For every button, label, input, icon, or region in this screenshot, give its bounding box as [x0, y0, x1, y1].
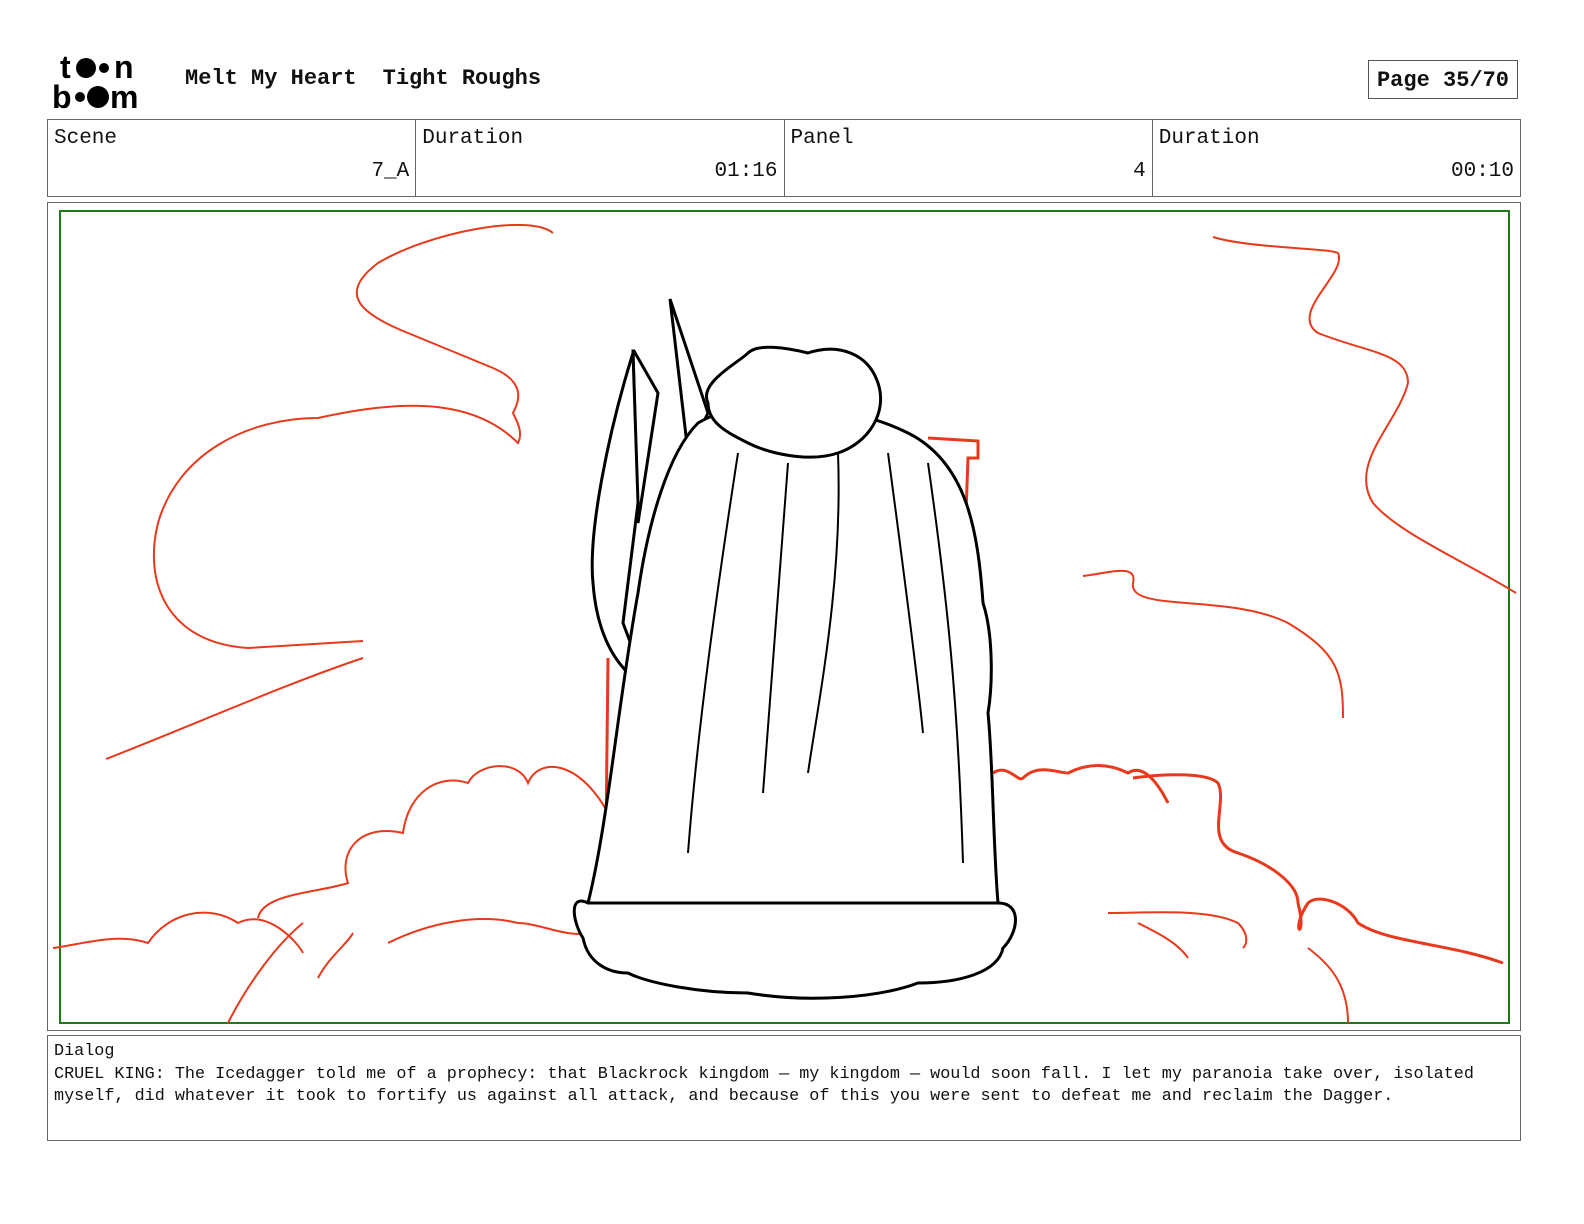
panel-duration-value: 00:10 [1450, 160, 1514, 183]
dialog-text: CRUEL KING: The Icedagger told me of a p… [54, 1064, 1485, 1107]
page-number: Page 35/70 [1368, 60, 1518, 99]
scene-duration-label: Duration [422, 127, 524, 150]
project-name: Melt My Heart [185, 66, 357, 91]
panel-drawing [52, 210, 1517, 1024]
storyboard-panel [47, 202, 1521, 1031]
board-title: Melt My Heart Tight Roughs [185, 66, 567, 91]
cruel-king-figure [572, 298, 1017, 1000]
scene-cell: Scene 7_A [48, 120, 417, 196]
stage-name: Tight Roughs [382, 66, 542, 91]
panel-duration-cell: Duration 00:10 [1153, 120, 1520, 196]
panel-cell: Panel 4 [785, 120, 1153, 196]
scene-duration-cell: Duration 01:16 [416, 120, 785, 196]
scene-value: 7_A [371, 160, 410, 183]
scene-duration-value: 01:16 [714, 160, 778, 183]
panel-value: 4 [1133, 160, 1146, 183]
svg-text:b: b [52, 79, 72, 112]
panel-info-bar: Scene 7_A Duration 01:16 Panel 4 Duration 00… [47, 119, 1521, 197]
svg-text:m: m [110, 79, 138, 112]
panel-label: Panel [790, 127, 854, 150]
dialog-label: Dialog [54, 1042, 115, 1061]
panel-duration-label: Duration [1158, 127, 1260, 150]
dialog-box: Dialog CRUEL KING: The Icedagger told me… [47, 1035, 1521, 1141]
toon-boom-logo: t n b m [52, 50, 138, 112]
scene-label: Scene [54, 127, 118, 150]
